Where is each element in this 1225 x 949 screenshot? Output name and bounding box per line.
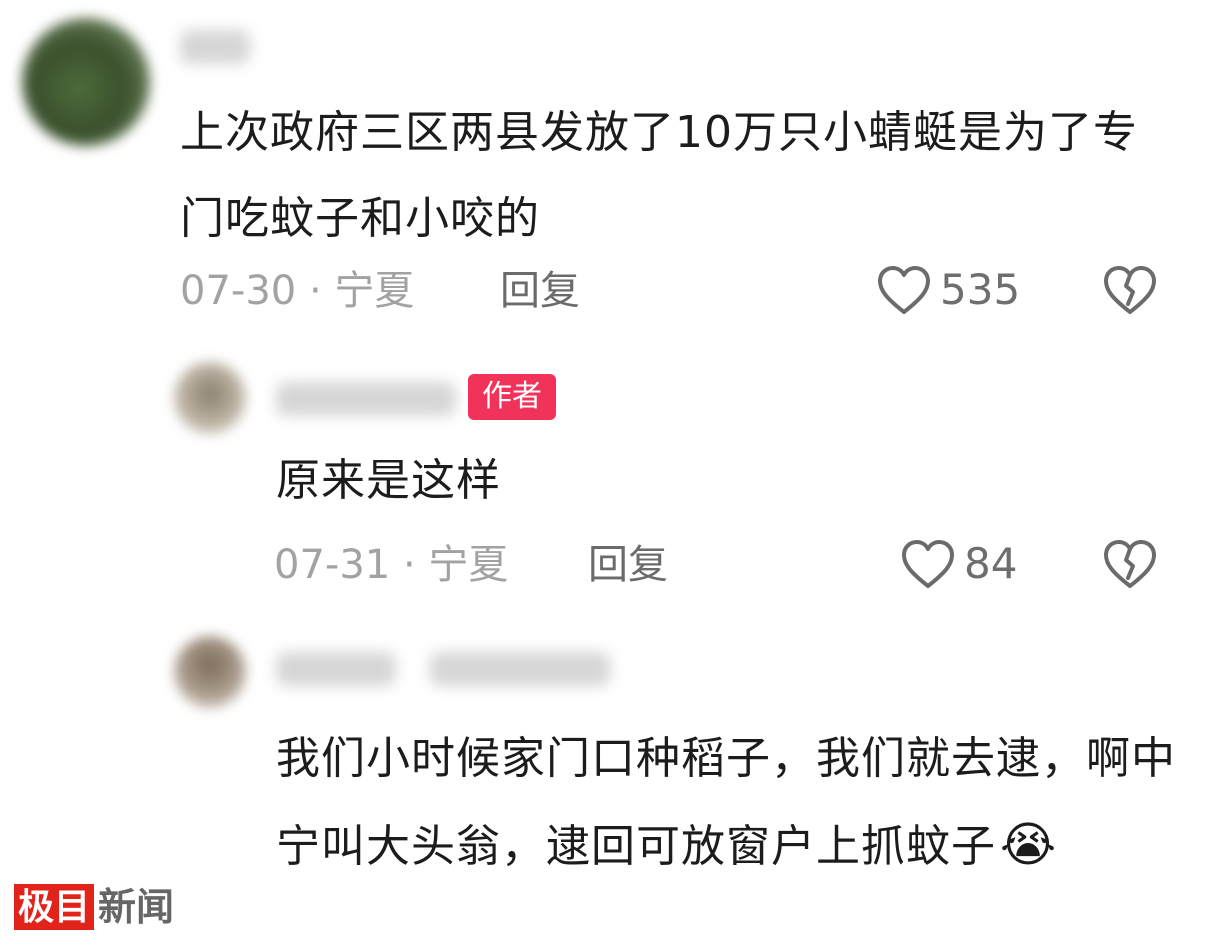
dislike-button[interactable] bbox=[1102, 538, 1158, 590]
username-blurred[interactable] bbox=[430, 652, 610, 686]
avatar[interactable] bbox=[174, 636, 246, 708]
crying-emoji-icon: 😭 bbox=[1000, 817, 1058, 873]
broken-heart-icon bbox=[1104, 540, 1156, 588]
watermark-part2: 新闻 bbox=[98, 884, 175, 929]
heart-icon bbox=[902, 540, 954, 588]
username-blurred[interactable] bbox=[276, 382, 456, 416]
like-button[interactable]: 84 bbox=[900, 538, 1017, 590]
broken-heart-icon bbox=[1104, 266, 1156, 314]
comment-text: 上次政府三区两县发放了10万只小蜻蜓是为了专门吃蚊子和小咬的 bbox=[180, 107, 1138, 244]
comment-meta: 07-30 · 宁夏 bbox=[180, 268, 415, 314]
username-blurred[interactable] bbox=[276, 652, 396, 686]
comment-text: 我们小时候家门口种稻子，我们就去逮，啊中宁叫大头翁，逮回可放窗户上抓蚊子😭 bbox=[276, 716, 1176, 890]
username-blurred[interactable] bbox=[180, 30, 250, 64]
watermark-logo: 极目 新闻 bbox=[14, 884, 174, 930]
comment-meta: 07-31 · 宁夏 bbox=[274, 542, 509, 588]
author-badge: 作者 bbox=[468, 374, 556, 420]
dislike-button[interactable] bbox=[1102, 264, 1158, 316]
avatar[interactable] bbox=[174, 362, 246, 434]
watermark-part1: 极目 bbox=[14, 884, 95, 930]
like-button[interactable]: 535 bbox=[876, 264, 1020, 316]
avatar[interactable] bbox=[22, 18, 150, 146]
like-count: 84 bbox=[964, 539, 1018, 588]
reply-button[interactable]: 回复 bbox=[588, 540, 668, 590]
reply-button[interactable]: 回复 bbox=[500, 266, 580, 316]
heart-icon bbox=[878, 266, 930, 314]
like-count: 535 bbox=[940, 265, 1021, 314]
comment-text: 原来是这样 bbox=[276, 455, 501, 506]
